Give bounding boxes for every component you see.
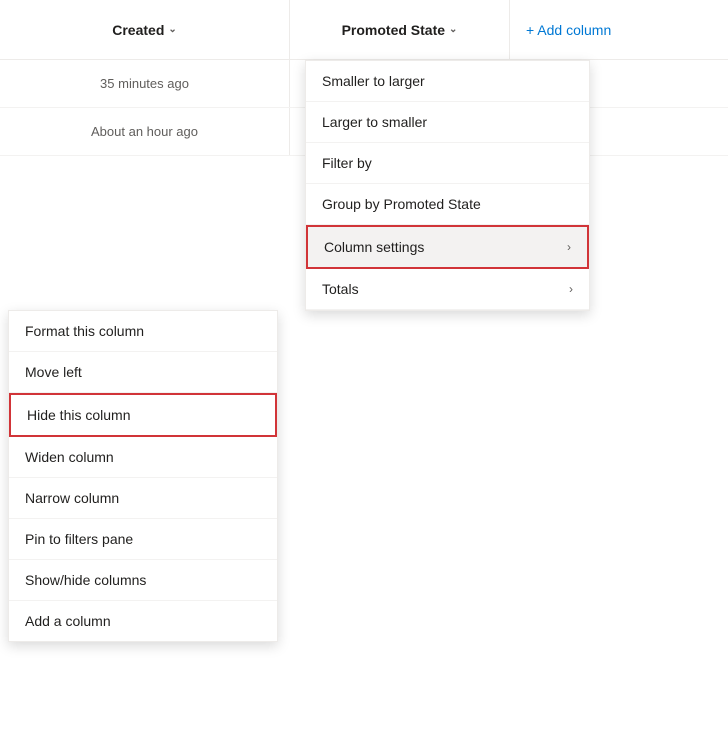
left-dropdown-menu: Format this column Move left Hide this c… [8,310,278,642]
created-value-2: About an hour ago [91,124,198,139]
created-value-1: 35 minutes ago [100,76,189,91]
column-settings-arrow-icon: › [567,240,571,254]
totals-arrow-icon: › [569,282,573,296]
page-container: Created ⌄ Promoted State ⌄ + Add column … [0,0,728,740]
menu-item-move-left[interactable]: Move left [9,352,277,393]
created-chevron-icon: ⌄ [168,24,176,35]
right-dropdown-menu: Smaller to larger Larger to smaller Filt… [305,60,590,311]
column-settings-label: Column settings [324,239,424,255]
add-column-header[interactable]: + Add column [510,0,728,59]
menu-item-narrow-column[interactable]: Narrow column [9,478,277,519]
menu-item-show-hide-columns[interactable]: Show/hide columns [9,560,277,601]
header-row: Created ⌄ Promoted State ⌄ + Add column [0,0,728,60]
menu-item-larger-to-smaller[interactable]: Larger to smaller [306,102,589,143]
add-column-label: + Add column [526,22,611,38]
promoted-state-label: Promoted State [342,22,445,38]
menu-item-column-settings[interactable]: Column settings › [306,225,589,269]
menu-item-format-column[interactable]: Format this column [9,311,277,352]
menu-item-totals[interactable]: Totals › [306,269,589,310]
header-created[interactable]: Created ⌄ [0,0,290,59]
menu-item-widen-column[interactable]: Widen column [9,437,277,478]
created-label: Created [112,22,164,38]
header-promoted-state[interactable]: Promoted State ⌄ [290,0,510,59]
data-cell-created-1: 35 minutes ago [0,60,290,107]
menu-item-group-by[interactable]: Group by Promoted State [306,184,589,225]
promoted-chevron-icon: ⌄ [449,24,457,35]
menu-item-filter-by[interactable]: Filter by [306,143,589,184]
menu-item-add-column[interactable]: Add a column [9,601,277,641]
menu-item-hide-column[interactable]: Hide this column [9,393,277,437]
data-cell-created-2: About an hour ago [0,108,290,155]
menu-item-pin-filters[interactable]: Pin to filters pane [9,519,277,560]
totals-label: Totals [322,281,359,297]
menu-item-smaller-to-larger[interactable]: Smaller to larger [306,61,589,102]
